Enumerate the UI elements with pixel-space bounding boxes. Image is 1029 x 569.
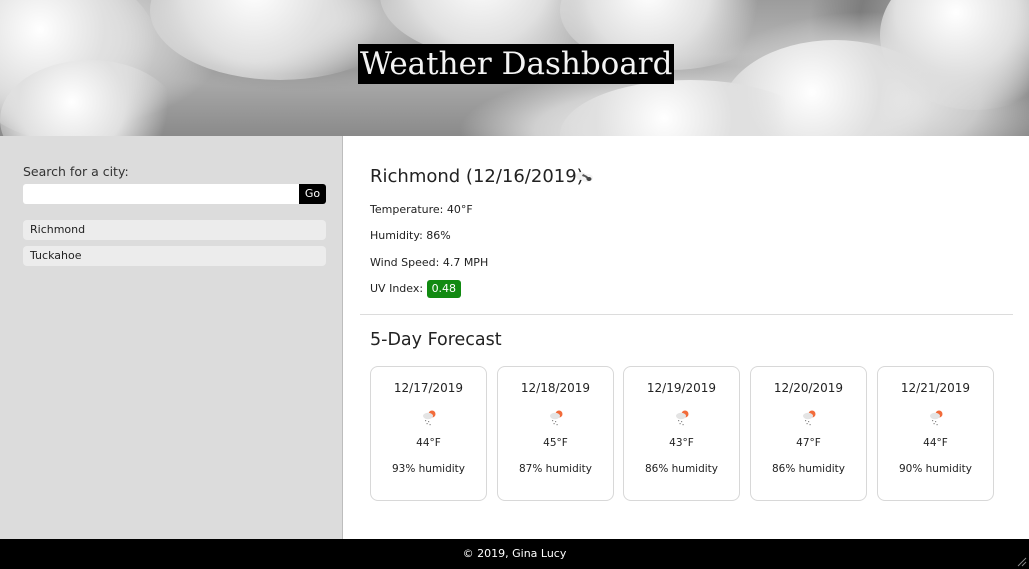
rain-sun-icon: [930, 410, 943, 426]
forecast-humidity: 86% humidity: [644, 463, 719, 475]
forecast-humidity: 90% humidity: [898, 463, 973, 475]
uv-index-label: UV Index:: [370, 282, 424, 295]
history-item-richmond[interactable]: Richmond: [23, 220, 326, 240]
forecast-temperature: 43°F: [669, 437, 694, 449]
forecast-temperature: 47°F: [796, 437, 821, 449]
forecast-title: 5-Day Forecast: [370, 330, 502, 350]
forecast-date: 12/21/2019: [900, 381, 971, 395]
forecast-temperature: 44°F: [416, 437, 441, 449]
forecast-date: 12/20/2019: [773, 381, 844, 395]
page-title: Weather Dashboard: [358, 44, 675, 84]
section-divider: [360, 314, 1013, 315]
rain-sun-icon: [423, 410, 436, 426]
humidity-stat: Humidity: 86%: [370, 229, 451, 242]
footer: © 2019, Gina Lucy: [0, 539, 1029, 569]
forecast-temperature: 44°F: [923, 437, 948, 449]
forecast-date: 12/18/2019: [520, 381, 591, 395]
uv-index-stat: UV Index: 0.48: [370, 280, 462, 298]
forecast-row: 12/17/2019 44°F 93% humidity 12/18/2019: [370, 366, 994, 501]
forecast-card: 12/17/2019 44°F 93% humidity: [370, 366, 487, 501]
resize-grip-icon[interactable]: [1015, 555, 1027, 567]
forecast-card: 12/21/2019 44°F 90% humidity: [877, 366, 994, 501]
forecast-card: 12/19/2019 43°F 86% humidity: [623, 366, 740, 501]
forecast-date: 12/19/2019: [646, 381, 717, 395]
forecast-date: 12/17/2019: [393, 381, 464, 395]
forecast-humidity: 93% humidity: [391, 463, 466, 475]
forecast-humidity: 86% humidity: [771, 463, 846, 475]
rain-sun-icon: [676, 410, 689, 426]
go-button[interactable]: Go: [299, 184, 326, 204]
current-city-title: Richmond (12/16/2019): [370, 166, 584, 187]
forecast-card: 12/20/2019 47°F 86% humidity: [750, 366, 867, 501]
forecast-temperature: 45°F: [543, 437, 568, 449]
wind-speed-stat: Wind Speed: 4.7 MPH: [370, 256, 489, 269]
rain-sun-icon: [550, 410, 563, 426]
search-input[interactable]: [23, 184, 299, 204]
history-item-tuckahoe[interactable]: Tuckahoe: [23, 246, 326, 266]
rain-sun-icon: [803, 410, 816, 426]
header-hero-banner: Weather Dashboard: [0, 0, 1029, 136]
search-label: Search for a city:: [23, 164, 129, 179]
cloudy-icon: [576, 172, 593, 182]
footer-copyright: © 2019, Gina Lucy: [462, 547, 567, 560]
temperature-stat: Temperature: 40°F: [370, 203, 473, 216]
search-history-list: Richmond Tuckahoe: [23, 220, 326, 272]
sidebar: Search for a city: Go Richmond Tuckahoe: [0, 136, 343, 539]
forecast-humidity: 87% humidity: [518, 463, 593, 475]
forecast-card: 12/18/2019 45°F 87% humidity: [497, 366, 614, 501]
main-content: Richmond (12/16/2019) Temperature: 40°F …: [343, 136, 1029, 539]
uv-index-badge: 0.48: [426, 280, 462, 298]
